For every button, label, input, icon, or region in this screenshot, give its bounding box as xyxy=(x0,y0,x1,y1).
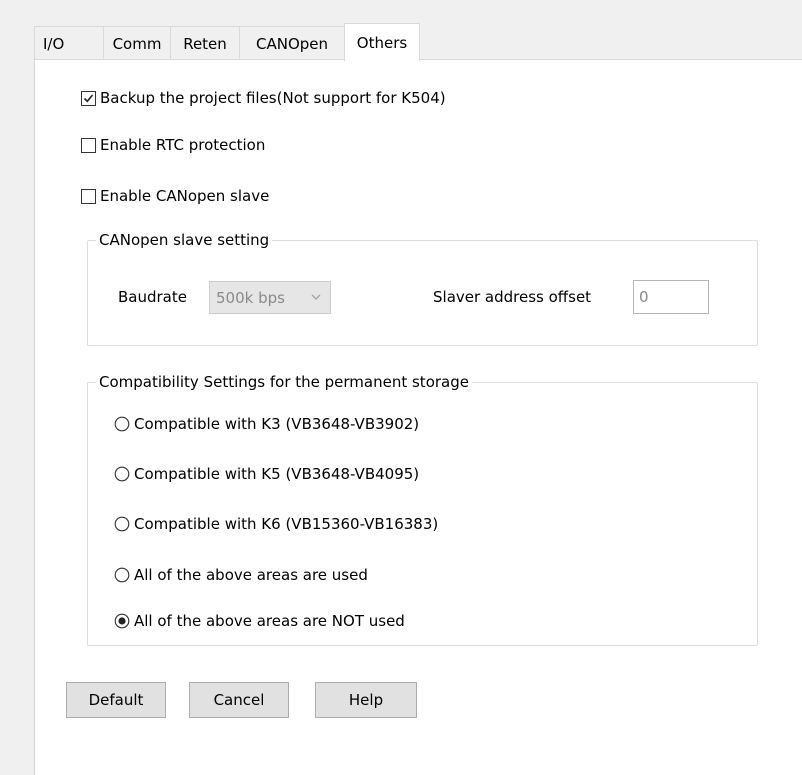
backup-checkbox[interactable] xyxy=(81,90,96,106)
radio-button-icon[interactable] xyxy=(114,516,130,532)
tab-reten[interactable]: Reten xyxy=(170,26,240,60)
radio-option-none-used[interactable]: All of the above areas are NOT used xyxy=(114,610,405,632)
radio-option-k3[interactable]: Compatible with K3 (VB3648-VB3902) xyxy=(114,413,419,435)
radio-button-selected-icon[interactable] xyxy=(114,613,130,629)
help-button[interactable]: Help xyxy=(315,682,417,718)
default-button[interactable]: Default xyxy=(66,682,166,718)
radio-option-k6[interactable]: Compatible with K6 (VB15360-VB16383) xyxy=(114,513,438,535)
canopen-slave-option[interactable]: Enable CANopen slave xyxy=(81,185,269,207)
compat-group-title: Compatibility Settings for the permanent… xyxy=(96,372,472,392)
radio-label-none-used: All of the above areas are NOT used xyxy=(134,612,405,630)
canopen-slave-label: Enable CANopen slave xyxy=(100,187,270,205)
tab-canopen[interactable]: CANOpen xyxy=(239,26,345,60)
radio-label-k6: Compatible with K6 (VB15360-VB16383) xyxy=(134,515,439,533)
baudrate-select[interactable]: 500k bps xyxy=(209,281,331,314)
baudrate-label: Baudrate xyxy=(118,288,187,306)
tab-comm[interactable]: Comm xyxy=(103,26,171,60)
backup-label: Backup the project files(Not support for… xyxy=(100,89,446,107)
radio-option-k5[interactable]: Compatible with K5 (VB3648-VB4095) xyxy=(114,463,419,485)
canopen-slave-setting-group: CANopen slave setting Baudrate 500k bps … xyxy=(87,230,758,346)
tab-others[interactable]: Others xyxy=(344,23,420,61)
rtc-label: Enable RTC protection xyxy=(100,136,266,154)
rtc-checkbox[interactable] xyxy=(81,137,96,153)
cancel-button[interactable]: Cancel xyxy=(189,682,289,718)
offset-input[interactable]: 0 xyxy=(633,280,709,314)
offset-label: Slaver address offset xyxy=(433,288,592,306)
radio-label-all-used: All of the above areas are used xyxy=(134,566,368,584)
tab-strip: I/O Comm Reten CANOpen Others xyxy=(34,22,420,61)
tab-io[interactable]: I/O xyxy=(34,26,104,60)
canopen-group-title: CANopen slave setting xyxy=(96,230,273,250)
radio-option-all-used[interactable]: All of the above areas are used xyxy=(114,564,368,586)
radio-label-k3: Compatible with K3 (VB3648-VB3902) xyxy=(134,415,420,433)
backup-option[interactable]: Backup the project files(Not support for… xyxy=(81,87,446,109)
checkmark-icon xyxy=(83,93,94,102)
radio-button-icon[interactable] xyxy=(114,416,130,432)
settings-dialog: I/O Comm Reten CANOpen Others Backup the… xyxy=(0,0,802,775)
chevron-down-icon xyxy=(311,294,321,300)
rtc-option[interactable]: Enable RTC protection xyxy=(81,134,265,156)
baudrate-value: 500k bps xyxy=(216,288,285,307)
canopen-slave-checkbox[interactable] xyxy=(81,188,96,204)
radio-button-icon[interactable] xyxy=(114,567,130,583)
offset-value: 0 xyxy=(639,288,649,306)
radio-button-icon[interactable] xyxy=(114,466,130,482)
others-tab-panel: Backup the project files(Not support for… xyxy=(34,59,802,775)
radio-label-k5: Compatible with K5 (VB3648-VB4095) xyxy=(134,465,420,483)
